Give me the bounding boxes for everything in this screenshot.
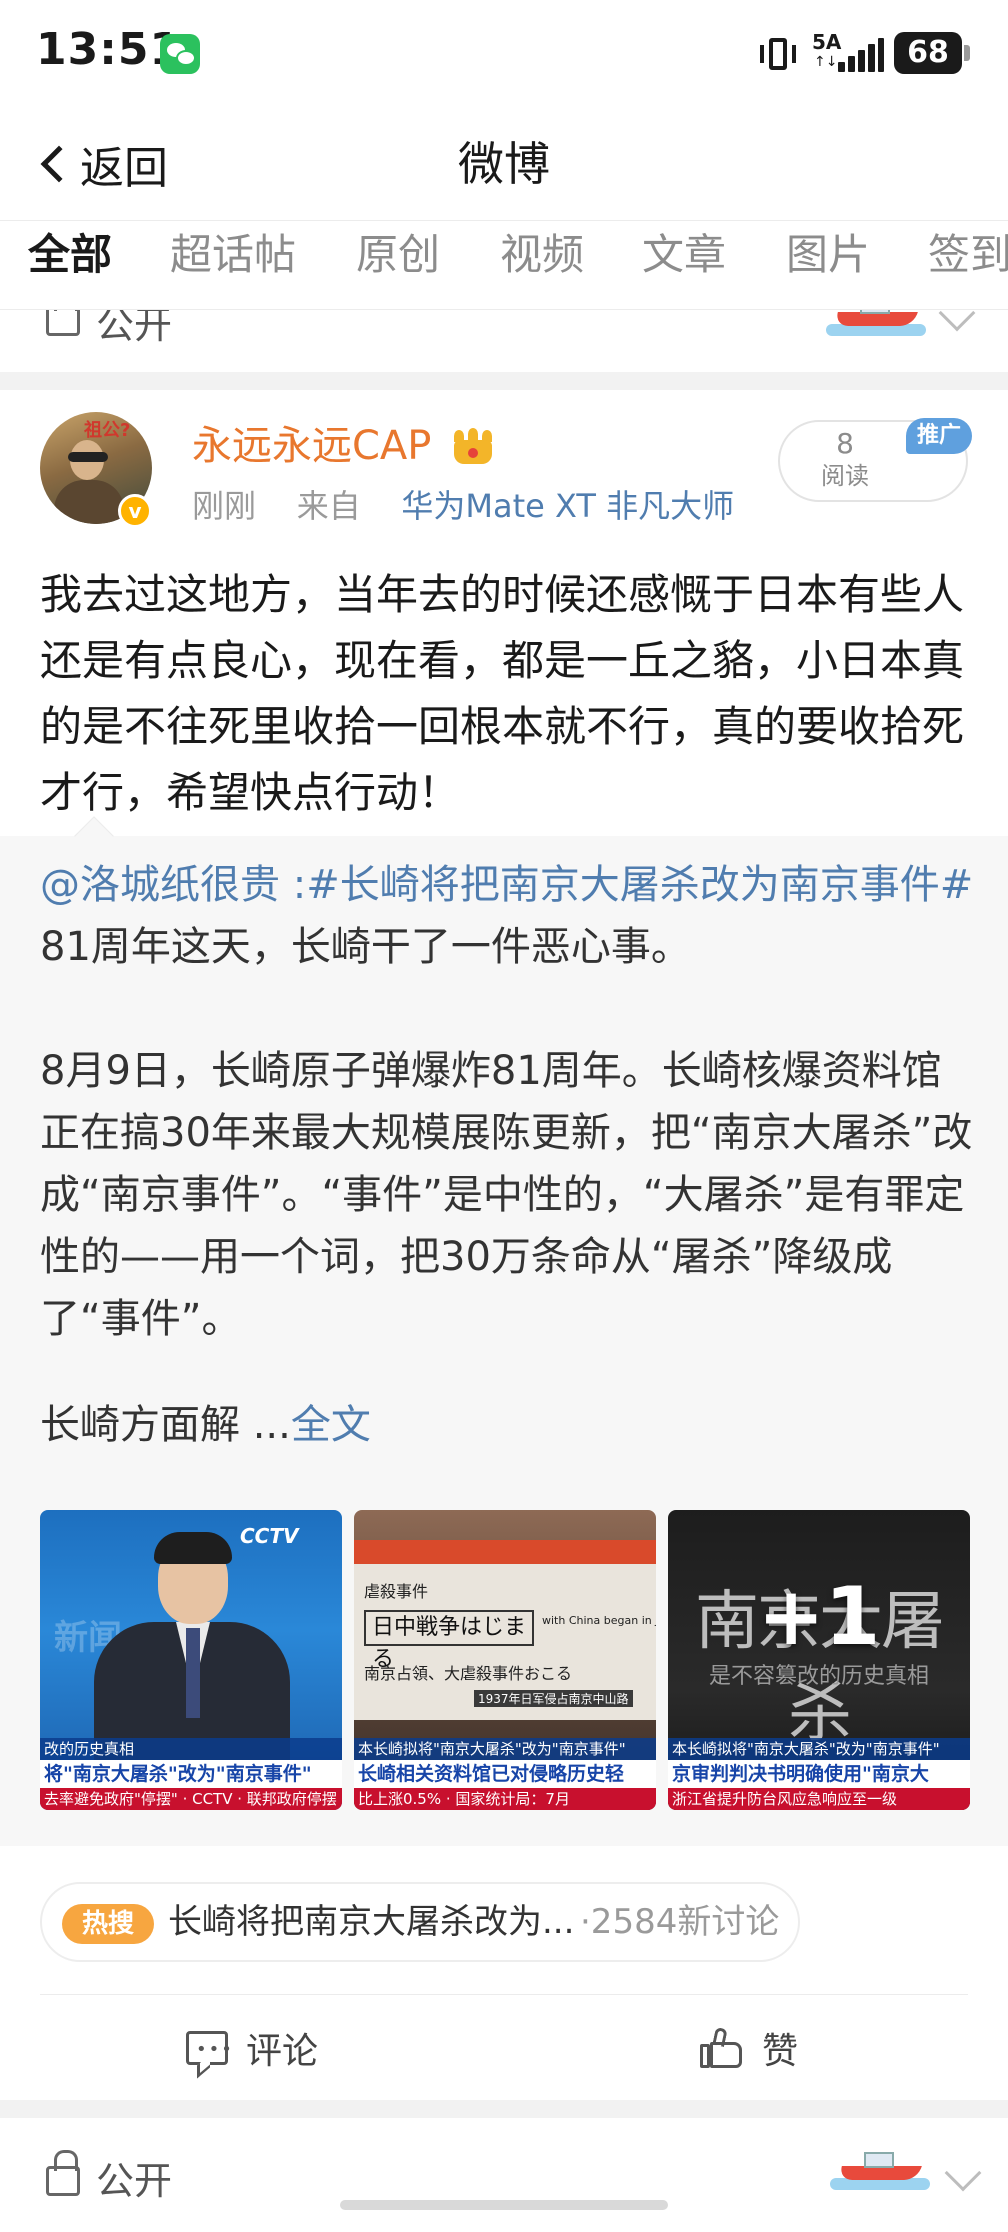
previous-post-footer: 公开 xyxy=(0,310,1008,372)
image-thumbnail-2[interactable]: 虐殺事件 日中戦争はじまる with China began in July 南… xyxy=(354,1510,656,1810)
nav-bar: 返回 微博 xyxy=(0,108,1008,220)
verified-icon: v xyxy=(118,494,152,528)
comment-button[interactable]: ••• 评论 xyxy=(186,2010,318,2086)
read-count-pill: 8 阅读 推广 xyxy=(778,418,972,502)
status-bar: 13:51 5A ↑↓ 68 xyxy=(0,0,1008,108)
image-thumbnail-3[interactable]: 南京大屠杀 是不容篡改的历史真相 +1 本长崎拟将"南京大屠杀"改为"南京事件"… xyxy=(668,1510,970,1810)
image-thumbnail-1[interactable]: 新闻 CCTV 改的历史真相 将"南京大屠杀"改为"南京事件" 去率避免政府"停… xyxy=(40,1510,342,1810)
comment-icon: ••• xyxy=(186,2031,232,2065)
visibility-label[interactable]: 公开 xyxy=(96,2150,172,2205)
repost-intro: @洛城纸很贵 :#长崎将把南京大屠杀改为南京事件# 81周年这天，长崎干了一件恶… xyxy=(40,862,974,970)
read-count: 8 xyxy=(836,427,854,460)
avatar-caption: 祖公? xyxy=(84,420,131,441)
section-divider xyxy=(0,2100,1008,2118)
more-images-count: +1 xyxy=(757,1570,881,1663)
image-grid: 新闻 CCTV 改的历史真相 将"南京大屠杀"改为"南京事件" 去率避免政府"停… xyxy=(40,1510,970,1810)
chevron-down-icon[interactable] xyxy=(938,310,976,332)
hot-search-count: ·2584新讨论 xyxy=(580,1902,780,1942)
actions-divider xyxy=(40,1994,968,1995)
section-divider xyxy=(0,372,1008,390)
tab-checkin[interactable]: 签到 xyxy=(928,221,1008,283)
battery-icon: 68 xyxy=(894,32,970,74)
next-post-footer: 公开 xyxy=(0,2118,1008,2232)
hot-search-pill[interactable]: 热搜 长崎将把南京大屠杀改为... ·2584新讨论 xyxy=(40,1882,800,1962)
like-button[interactable]: 赞 xyxy=(700,2010,798,2086)
tab-supertopic[interactable]: 超话帖 xyxy=(170,221,296,283)
ad-badge: 推广 xyxy=(906,418,972,454)
source-prefix: 来自 xyxy=(296,487,361,525)
comment-label: 评论 xyxy=(246,2031,319,2072)
hot-search-topic: 长崎将把南京大屠杀改为... xyxy=(168,1902,575,1942)
repost-truncated: 长崎方面解 ...全文 xyxy=(40,1402,371,1448)
like-label: 赞 xyxy=(762,2031,799,2072)
boat-sticker-icon xyxy=(830,2138,930,2198)
chevron-down-icon[interactable] xyxy=(944,2154,982,2192)
home-indicator[interactable] xyxy=(340,2200,668,2210)
filter-tabs: 全部 超话帖 原创 视频 文章 图片 签到 xyxy=(0,220,1008,310)
battery-level: 68 xyxy=(907,35,949,70)
repost-paragraph: 8月9日，长崎原子弹爆炸81周年。长崎核爆资料馆正在搞30年来最大规模展陈更新，… xyxy=(40,1048,973,1342)
post-meta: 刚刚 来自 华为Mate XT 非凡大师 xyxy=(192,484,734,528)
hot-search-badge: 热搜 xyxy=(62,1904,154,1944)
post-body: 我去过这地方，当年去的时候还感慨于日本有些人还是有点良心，现在看，都是一丘之貉，… xyxy=(40,570,965,817)
vibrate-icon xyxy=(758,36,798,72)
tab-all[interactable]: 全部 xyxy=(28,221,112,283)
tab-original[interactable]: 原创 xyxy=(356,221,440,283)
lock-icon xyxy=(46,2150,80,2196)
repost-card[interactable]: @洛城纸很贵 :#长崎将把南京大屠杀改为南京事件# 81周年这天，长崎干了一件恶… xyxy=(0,816,1008,1846)
page-title: 微博 xyxy=(458,137,550,191)
read-label: 阅读 xyxy=(821,462,869,490)
wechat-icon xyxy=(160,34,200,74)
tab-image[interactable]: 图片 xyxy=(786,221,870,283)
author-name[interactable]: 永远永远CAP xyxy=(192,418,431,474)
post-time: 刚刚 xyxy=(192,487,257,525)
post-source[interactable]: 华为Mate XT 非凡大师 xyxy=(401,487,734,525)
thumbs-up-icon xyxy=(700,2026,744,2068)
hashtag-link[interactable]: #长崎将把南京大屠杀改为南京事件# xyxy=(306,862,973,908)
network-type: 5A xyxy=(812,30,842,54)
crown-icon xyxy=(452,428,494,468)
network-activity: ↑↓ xyxy=(814,54,838,70)
tab-article[interactable]: 文章 xyxy=(642,221,726,283)
visibility-label[interactable]: 公开 xyxy=(96,310,172,349)
tab-video[interactable]: 视频 xyxy=(500,221,584,283)
cctv-logo: CCTV xyxy=(240,1524,299,1548)
mention-link[interactable]: @洛城纸很贵 xyxy=(40,862,280,908)
signal-icon xyxy=(838,38,884,72)
full-text-link[interactable]: 全文 xyxy=(291,1402,371,1448)
boat-sticker-icon xyxy=(826,310,926,344)
lock-icon xyxy=(46,310,80,336)
